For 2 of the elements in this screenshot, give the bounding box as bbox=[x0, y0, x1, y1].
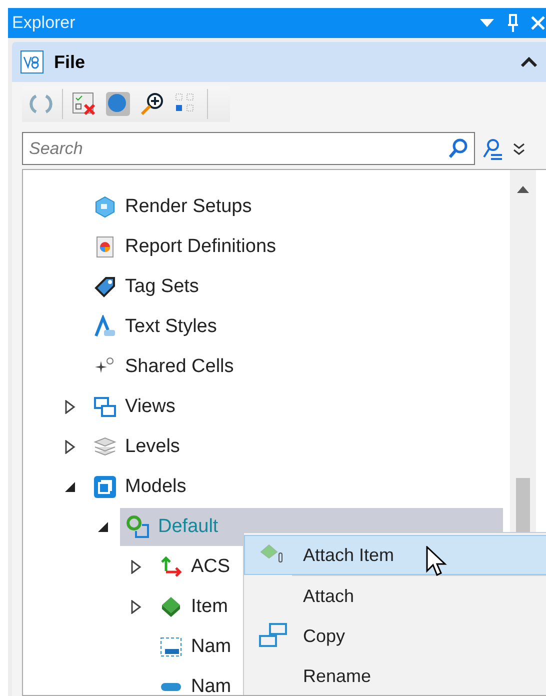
section-title: File bbox=[54, 52, 86, 72]
panel-title: Explorer bbox=[12, 13, 76, 33]
